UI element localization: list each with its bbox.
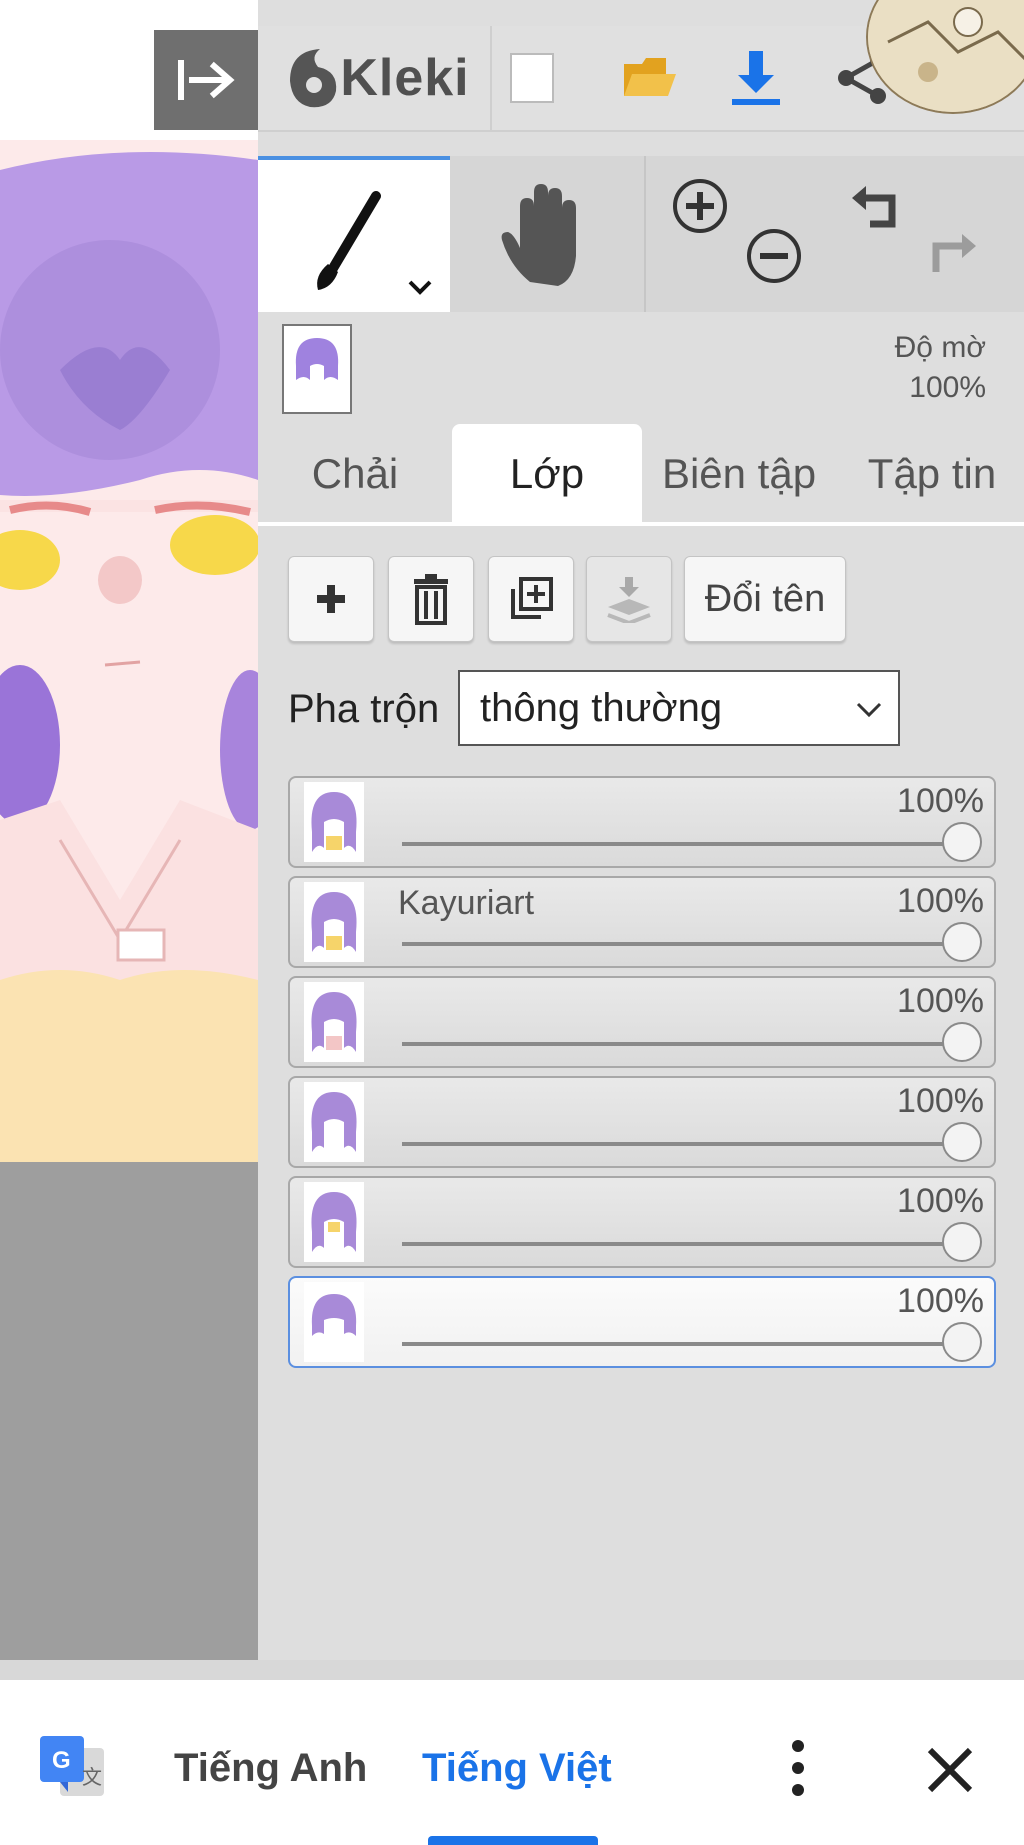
close-icon[interactable] — [920, 1740, 980, 1800]
google-translate-icon[interactable]: G 文 — [38, 1734, 106, 1800]
layer-thumbnail — [304, 1182, 364, 1262]
layer-opacity-value: 100% — [897, 1282, 984, 1320]
opacity-value: 100% — [909, 371, 986, 404]
layer-opacity-value: 100% — [897, 1082, 984, 1120]
layer-row[interactable]: 100% — [288, 776, 996, 868]
rename-layer-button[interactable]: Đổi tên — [684, 556, 846, 642]
tab-file[interactable]: Tập tin — [846, 424, 1018, 524]
layer-thumbnail — [304, 1082, 364, 1162]
duplicate-icon — [511, 577, 553, 619]
plus-icon — [317, 585, 345, 613]
merge-down-button[interactable] — [586, 556, 672, 642]
hand-tool-button[interactable] — [450, 156, 642, 312]
tab-layers[interactable]: Lớp — [452, 424, 642, 524]
tab-brush[interactable]: Chải — [268, 424, 442, 524]
layer-opacity-readout: Độ mờ 100% — [830, 328, 1020, 408]
layer-opacity-slider-handle[interactable] — [942, 1322, 982, 1362]
zoom-controls — [644, 156, 836, 312]
layer-opacity-slider[interactable] — [402, 1342, 958, 1346]
svg-text:G: G — [52, 1747, 71, 1774]
tab-label: Tập tin — [867, 450, 997, 497]
layer-row[interactable]: 100% — [288, 1076, 996, 1168]
tab-label: Biên tập — [661, 450, 817, 497]
current-layer-thumbnail — [282, 324, 352, 414]
tab-label: Chải — [311, 450, 399, 497]
source-language-tab[interactable]: Tiếng Anh — [174, 1740, 367, 1796]
layer-opacity-slider[interactable] — [402, 842, 958, 846]
tab-edit[interactable]: Biên tập — [648, 424, 830, 524]
layer-opacity-slider[interactable] — [402, 1142, 958, 1146]
merge-down-icon — [607, 577, 651, 623]
layer-opacity-slider-handle[interactable] — [942, 1022, 982, 1062]
collapse-panel-icon — [178, 60, 235, 100]
layer-opacity-slider-handle[interactable] — [942, 1122, 982, 1162]
layer-thumbnail — [304, 782, 364, 862]
layer-opacity-value: 100% — [897, 782, 984, 820]
layer-opacity-value: 100% — [897, 1182, 984, 1220]
layer-thumbnail — [304, 982, 364, 1062]
drawing-canvas[interactable] — [0, 140, 258, 1162]
new-file-button[interactable] — [490, 26, 572, 130]
zoom-out-icon[interactable] — [744, 226, 804, 286]
layer-thumbnail — [304, 1282, 364, 1362]
layer-opacity-slider-handle[interactable] — [942, 822, 982, 862]
layer-opacity-value: 100% — [897, 882, 984, 920]
open-file-button[interactable] — [610, 26, 690, 130]
layer-row[interactable]: 100% — [288, 1176, 996, 1268]
target-language-tab[interactable]: Tiếng Việt — [422, 1740, 612, 1796]
tab-underline — [258, 522, 1024, 526]
layer-opacity-value: 100% — [897, 982, 984, 1020]
hand-icon — [501, 184, 576, 286]
collapse-panel-button[interactable] — [154, 30, 258, 130]
new-file-icon — [510, 53, 554, 103]
layer-opacity-slider-handle[interactable] — [942, 922, 982, 962]
layer-row[interactable]: 100% — [288, 976, 996, 1068]
add-layer-button[interactable] — [288, 556, 374, 642]
chevron-down-icon — [856, 702, 882, 718]
tab-label: Lớp — [509, 450, 585, 497]
kleki-logo-icon — [290, 49, 337, 108]
app-name: Kleki — [340, 49, 470, 107]
brush-icon — [317, 191, 432, 295]
layer-name: Kayuriart — [398, 884, 535, 922]
download-icon — [732, 51, 780, 105]
redo-icon[interactable] — [920, 226, 980, 286]
more-vert-icon[interactable] — [776, 1736, 820, 1800]
undo-redo-controls — [834, 156, 1024, 312]
layer-row-active[interactable]: 100% — [288, 1276, 996, 1368]
zoom-in-icon[interactable] — [670, 176, 730, 236]
layer-row[interactable]: Kayuriart 100% — [288, 876, 996, 968]
artwork-image — [0, 140, 258, 1162]
blend-mode-select[interactable]: thông thường — [458, 670, 900, 746]
duplicate-layer-button[interactable] — [488, 556, 574, 642]
layer-opacity-slider[interactable] — [402, 1242, 958, 1246]
blend-mode-value: thông thường — [480, 686, 723, 730]
layer-opacity-slider[interactable] — [402, 1042, 958, 1046]
brush-tool-button[interactable] — [258, 156, 450, 312]
blend-label: Pha trộn — [288, 687, 440, 731]
layer-thumbnail — [304, 882, 364, 962]
layer-opacity-slider[interactable] — [402, 942, 958, 946]
layer-opacity-slider-handle[interactable] — [942, 1222, 982, 1262]
bottom-separator — [0, 1660, 1024, 1680]
language-tab-indicator — [428, 1836, 598, 1845]
download-button[interactable] — [716, 26, 796, 130]
svg-text:文: 文 — [82, 1765, 102, 1789]
trash-icon — [414, 574, 448, 625]
undo-icon[interactable] — [848, 178, 908, 238]
kleki-logo[interactable]: Kleki — [278, 26, 478, 130]
delete-layer-button[interactable] — [388, 556, 474, 642]
opacity-label: Độ mờ — [894, 331, 986, 364]
open-folder-icon — [624, 58, 676, 96]
tool-row — [258, 156, 1024, 312]
